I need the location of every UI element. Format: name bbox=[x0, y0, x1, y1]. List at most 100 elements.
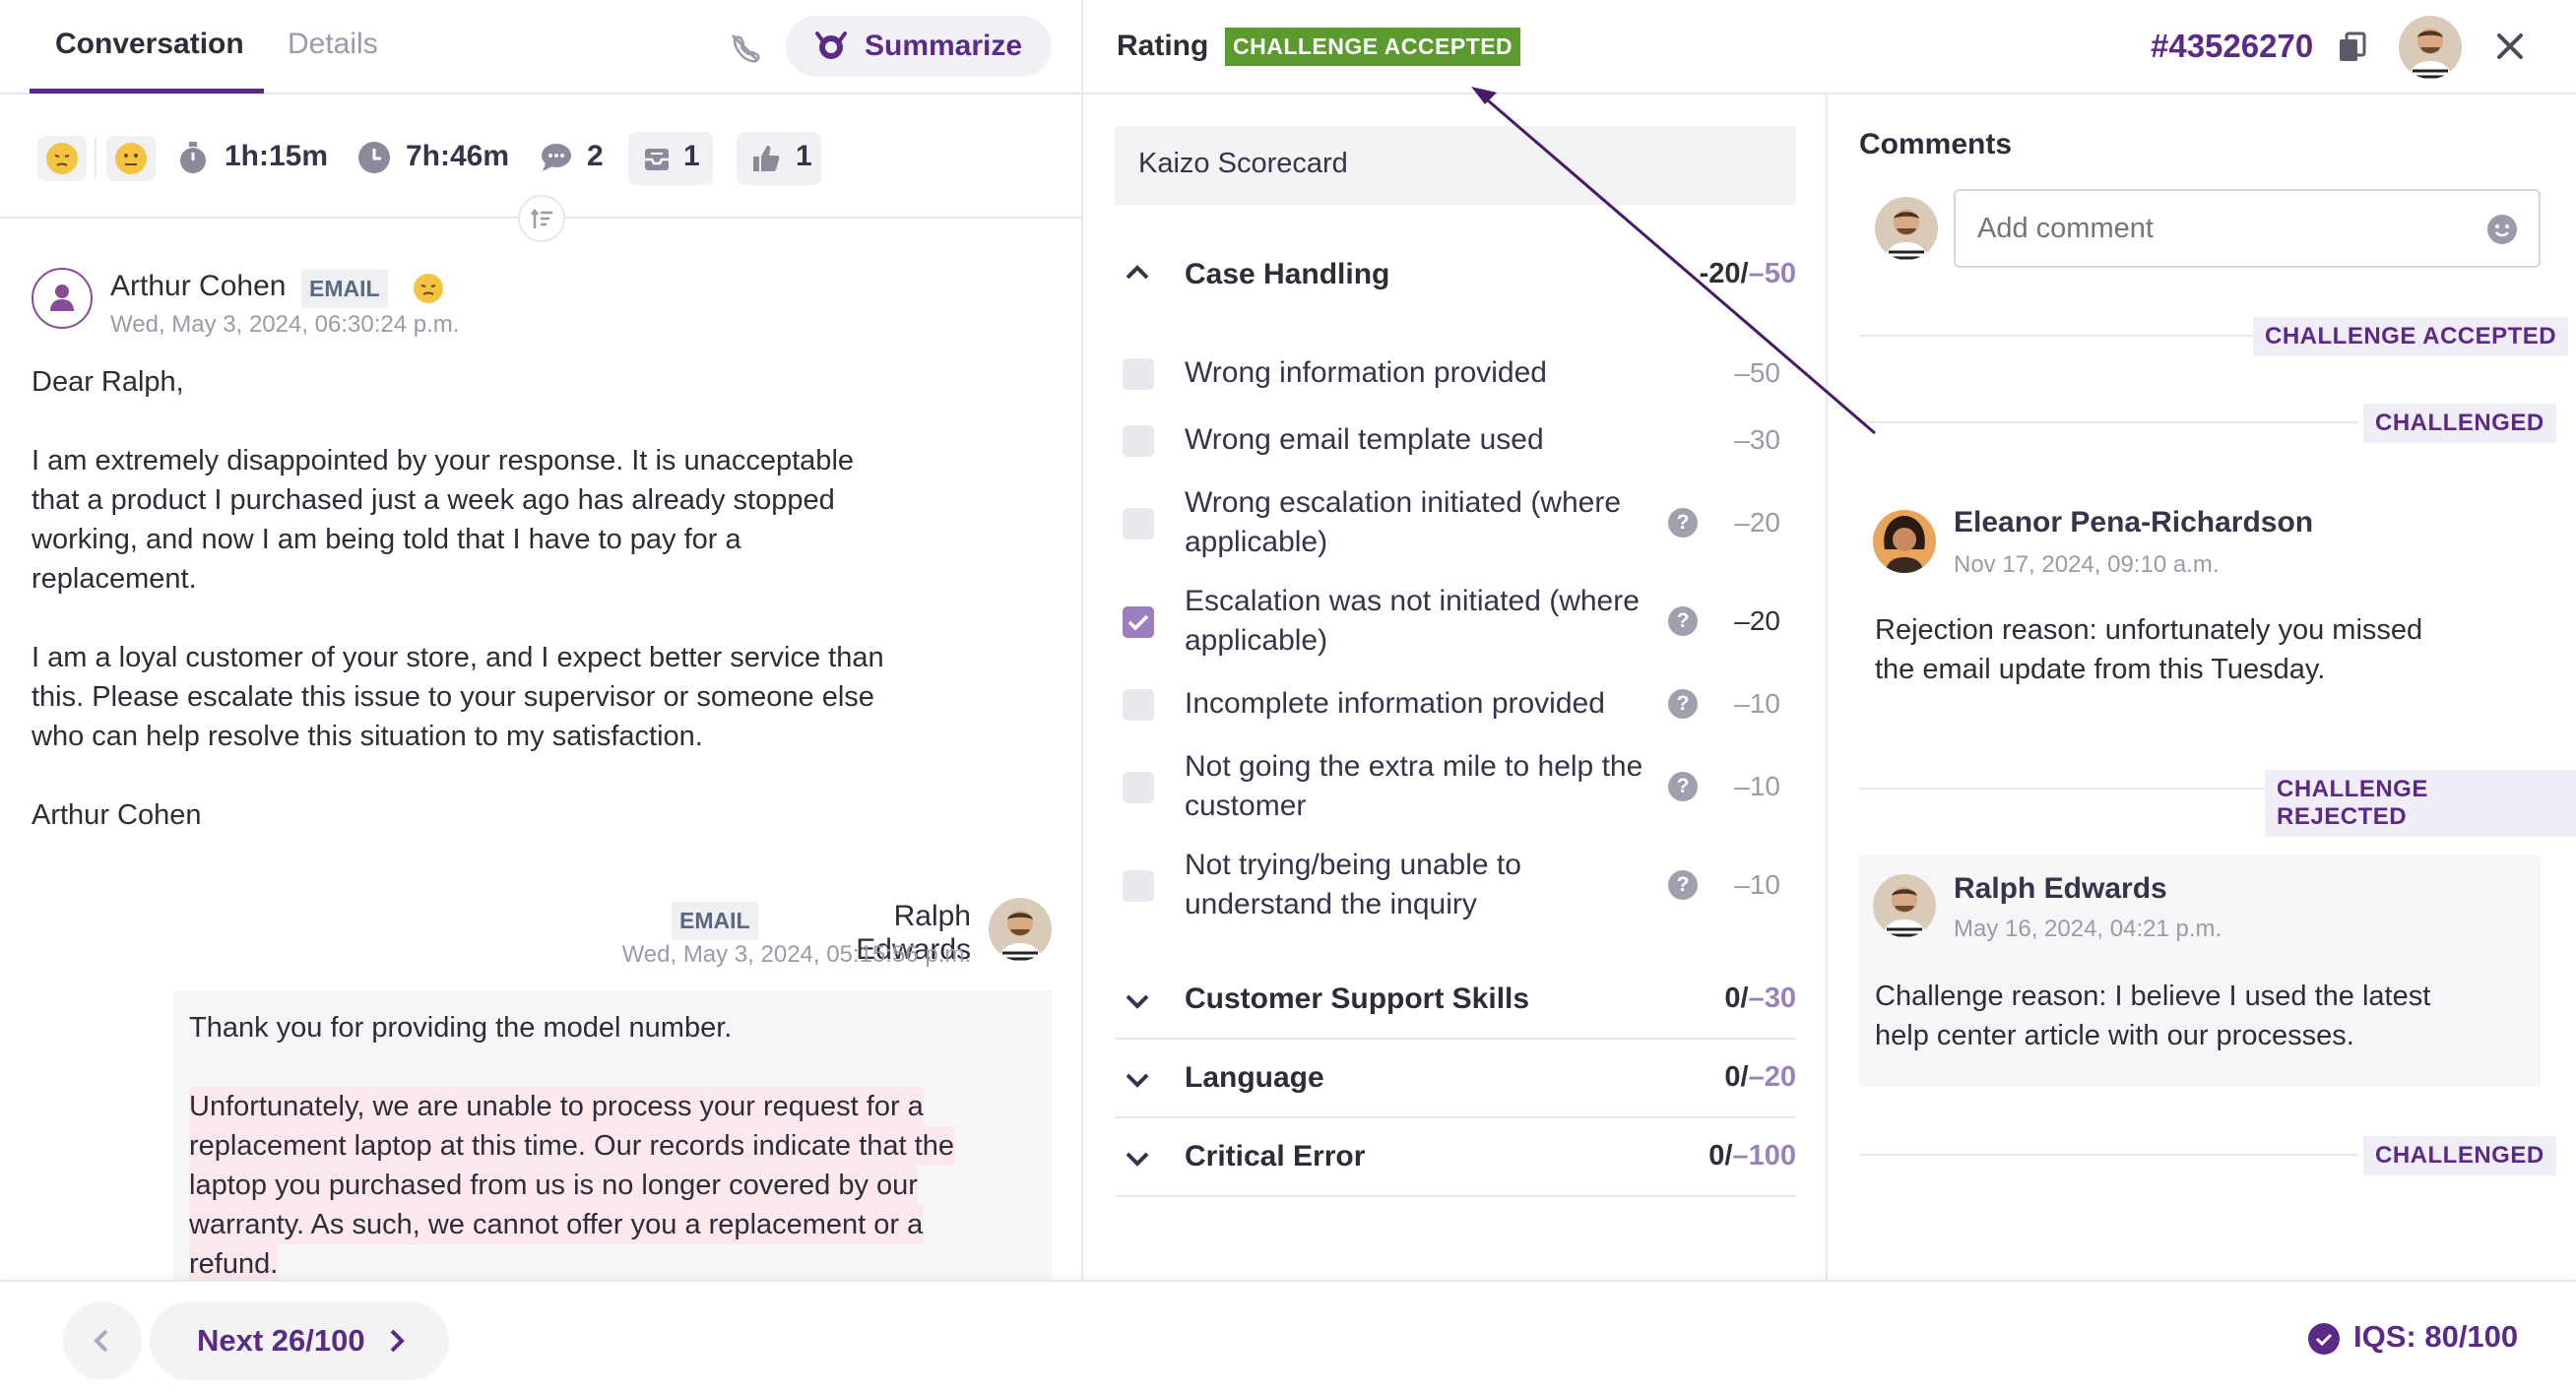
sort-icon bbox=[530, 207, 555, 232]
criterion-checkbox[interactable] bbox=[1123, 772, 1154, 803]
comment-timestamp: May 16, 2024, 04:21 p.m. bbox=[1954, 916, 2222, 942]
section-title-language[interactable]: Language bbox=[1185, 1061, 1324, 1095]
previous-button[interactable] bbox=[63, 1301, 142, 1380]
chevron-down-icon[interactable] bbox=[1123, 1065, 1152, 1095]
message-line: that a product I purchased just a week a… bbox=[32, 484, 835, 516]
ticket-id[interactable]: #43526270 bbox=[2151, 28, 2313, 65]
score-value: 0/ bbox=[1724, 982, 1749, 1014]
criterion-label: Wrong escalation initiated (where bbox=[1185, 486, 1622, 519]
event-badge-challenge-rejected: CHALLENGE REJECTED bbox=[2265, 770, 2576, 837]
message-line: who can help resolve this situation to m… bbox=[32, 721, 703, 752]
tab-details[interactable]: Details bbox=[288, 28, 378, 61]
neutral-face-icon bbox=[115, 143, 147, 174]
criterion-label: Escalation was not initiated (where bbox=[1185, 585, 1640, 617]
comment-field[interactable] bbox=[1977, 209, 2450, 248]
scorecard-name: Kaizo Scorecard bbox=[1138, 148, 1348, 179]
call-off-icon[interactable] bbox=[727, 30, 762, 65]
divider bbox=[1115, 1116, 1796, 1118]
criterion-label: Not going the extra mile to help the bbox=[1185, 750, 1643, 783]
footer-bar: Next 26/100 IQS: 80/100 bbox=[0, 1280, 2576, 1394]
conversation-header: Conversation Details Summarize bbox=[0, 0, 1081, 95]
divider bbox=[1859, 335, 2253, 337]
criterion-checkbox[interactable] bbox=[1123, 870, 1154, 902]
criterion-checkbox-checked[interactable] bbox=[1123, 606, 1154, 638]
score-value: 0/ bbox=[1724, 1061, 1749, 1093]
chevron-right-icon bbox=[382, 1325, 410, 1357]
divider bbox=[1859, 788, 2267, 790]
criterion-label: applicable) bbox=[1185, 624, 1328, 657]
section-title-critical-error[interactable]: Critical Error bbox=[1185, 1140, 1365, 1173]
clock-icon bbox=[358, 142, 390, 173]
stopwatch-icon bbox=[177, 140, 209, 175]
comment-author: Ralph Edwards bbox=[1954, 872, 2167, 905]
message-line: working, and now I am being told that I … bbox=[32, 524, 741, 555]
section-score: 0/–30 bbox=[1648, 982, 1796, 1015]
close-icon[interactable] bbox=[2493, 30, 2527, 63]
tab-conversation[interactable]: Conversation bbox=[55, 28, 244, 61]
section-score: 0/–100 bbox=[1648, 1140, 1796, 1172]
message-line: I am a loyal customer of your store, and… bbox=[32, 642, 884, 673]
handle-time: 1h:15m bbox=[225, 140, 329, 172]
likes-filter[interactable]: 1 bbox=[737, 132, 821, 185]
comment-text-line: Challenge reason: I believe I used the l… bbox=[1875, 981, 2431, 1012]
comment-text-line: the email update from this Tuesday. bbox=[1875, 654, 2326, 685]
criterion-checkbox[interactable] bbox=[1123, 508, 1154, 539]
sparkle-icon bbox=[813, 30, 849, 63]
add-comment-input[interactable] bbox=[1954, 189, 2541, 268]
highlighted-line: refund. bbox=[189, 1244, 279, 1280]
commenter-avatar bbox=[1873, 510, 1936, 573]
message-line: Dear Ralph, bbox=[32, 366, 184, 398]
chevron-down-icon[interactable] bbox=[1123, 1144, 1152, 1173]
sentiment-sad-button[interactable] bbox=[37, 136, 87, 181]
criterion-points: –20 bbox=[1734, 507, 1780, 538]
highlighted-line: Unfortunately, we are unable to process … bbox=[189, 1087, 924, 1126]
copy-icon[interactable] bbox=[2338, 32, 2367, 63]
highlighted-line: laptop you purchased from us is no longe… bbox=[189, 1166, 918, 1205]
annotation-arrow bbox=[1471, 87, 1876, 435]
divider bbox=[95, 138, 97, 177]
summarize-button[interactable]: Summarize bbox=[786, 16, 1052, 77]
channel-badge: EMAIL bbox=[301, 270, 388, 308]
criterion-checkbox[interactable] bbox=[1123, 425, 1154, 457]
chevron-up-icon[interactable] bbox=[1123, 258, 1152, 287]
score-max: –20 bbox=[1748, 1061, 1796, 1093]
customer-avatar bbox=[32, 268, 93, 329]
sad-face-icon bbox=[414, 274, 443, 303]
event-badge-challenged: CHALLENGED bbox=[2363, 1136, 2556, 1175]
criterion-checkbox[interactable] bbox=[1123, 689, 1154, 721]
criterion-checkbox[interactable] bbox=[1123, 358, 1154, 390]
agent-avatar[interactable] bbox=[2399, 16, 2462, 79]
chevron-down-icon[interactable] bbox=[1123, 986, 1152, 1016]
sentiment-neutral-button[interactable] bbox=[106, 136, 156, 181]
highlighted-line: warranty. As such, we cannot offer you a… bbox=[189, 1205, 924, 1244]
score-value: 0/ bbox=[1708, 1140, 1733, 1172]
message-author: Arthur Cohen bbox=[110, 270, 287, 302]
score-max: –30 bbox=[1748, 982, 1796, 1014]
criterion-points: –10 bbox=[1734, 771, 1780, 801]
channel-badge: EMAIL bbox=[672, 902, 758, 940]
iqs-score[interactable]: IQS: 80/100 bbox=[2353, 1319, 2518, 1355]
section-title-case-handling[interactable]: Case Handling bbox=[1185, 258, 1389, 291]
tickets-filter[interactable]: 1 bbox=[628, 132, 713, 185]
rating-title: Rating bbox=[1117, 30, 1209, 62]
thumbs-up-icon bbox=[750, 143, 782, 174]
highlighted-line: replacement laptop at this time. Our rec… bbox=[189, 1126, 954, 1166]
divider bbox=[1115, 1038, 1796, 1040]
message-signature: Arthur Cohen bbox=[32, 799, 202, 831]
sad-face-icon bbox=[46, 143, 78, 174]
criterion-points: –10 bbox=[1734, 869, 1780, 900]
comment-icon bbox=[540, 142, 573, 173]
status-badge: CHALLENGE ACCEPTED bbox=[1225, 28, 1521, 66]
message-line: this. Please escalate this issue to your… bbox=[32, 681, 874, 713]
commenter-avatar bbox=[1873, 874, 1936, 937]
message-line: replacement. bbox=[32, 563, 197, 595]
divider bbox=[1859, 1154, 2357, 1156]
emoji-icon[interactable] bbox=[2487, 215, 2517, 244]
user-icon bbox=[47, 282, 77, 315]
divider bbox=[1859, 421, 2357, 423]
section-title-customer-support-skills[interactable]: Customer Support Skills bbox=[1185, 982, 1529, 1016]
criterion-label: Not trying/being unable to bbox=[1185, 849, 1521, 881]
next-button[interactable]: Next 26/100 bbox=[150, 1301, 449, 1380]
app-root: Conversation Details Summarize 1h:15m 7h… bbox=[0, 0, 2576, 1394]
sort-button[interactable] bbox=[518, 195, 565, 242]
